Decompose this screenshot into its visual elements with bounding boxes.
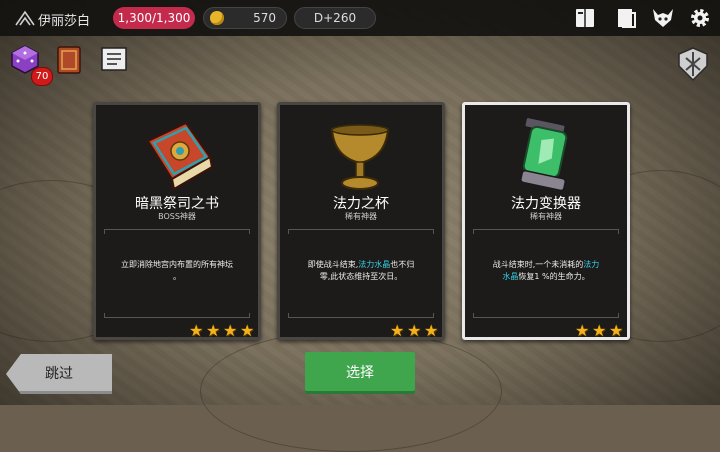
card-description: 即使战斗结束,法力水晶也不归 零,此状态维持至次日。: [307, 260, 415, 281]
top-bar: 伊丽莎白 1,300/1,300 570 D+260: [0, 0, 720, 36]
player-name: 伊丽莎白: [38, 14, 91, 29]
star-icon: ★: [390, 321, 405, 340]
day-counter: D+260: [294, 7, 376, 29]
mana-crystal-keyword: 法力水晶: [358, 260, 391, 269]
journal-icon[interactable]: [573, 6, 597, 30]
mana-cup-icon: [330, 124, 390, 190]
hp-display: 1,300/1,300: [113, 7, 195, 29]
mana-converter-icon: [520, 117, 568, 192]
star-icon: ★: [189, 321, 204, 340]
star-rating: ★ ★ ★: [390, 323, 440, 339]
artifact-card-3[interactable]: 法力变换器 稀有神器 战斗结束时,一个未消耗的法力 水晶恢复1 %的生命力。 ★…: [462, 102, 630, 340]
star-icon: ★: [609, 321, 624, 340]
spellbook-icon[interactable]: [54, 44, 84, 76]
gold-value: 570: [253, 11, 276, 25]
card-rarity: BOSS神器: [158, 212, 196, 221]
card-divider: [104, 313, 250, 318]
scroll-icon[interactable]: [98, 44, 130, 74]
card-description: 立即消除地宫内布置的所有神坛 。: [121, 260, 233, 281]
demon-icon[interactable]: [651, 6, 675, 30]
star-icon: ★: [592, 321, 607, 340]
card-title: 法力变换器: [511, 196, 581, 212]
star-icon: ★: [223, 321, 238, 340]
star-icon: ★: [206, 321, 221, 340]
choose-button[interactable]: 选择: [305, 352, 415, 394]
card-divider: [473, 313, 619, 318]
star-icon: ★: [424, 321, 439, 340]
coin-icon: [210, 11, 224, 25]
skip-button[interactable]: 跳过: [6, 354, 112, 394]
rank-emblem-icon[interactable]: [676, 46, 710, 82]
card-description: 战斗结束时,一个未消耗的法力 水晶恢复1 %的生命力。: [492, 260, 600, 281]
star-icon: ★: [407, 321, 422, 340]
star-icon: ★: [575, 321, 590, 340]
item-count-badge: 70: [31, 67, 53, 86]
card-divider: [473, 229, 619, 234]
card-rarity: 稀有神器: [530, 212, 562, 221]
artifact-card-2[interactable]: 法力之杯 稀有神器 即使战斗结束,法力水晶也不归 零,此状态维持至次日。 ★ ★…: [277, 102, 445, 340]
artifact-card-1[interactable]: 暗黑祭司之书 BOSS神器 立即消除地宫内布置的所有神坛 。 ★ ★ ★ ★: [93, 102, 261, 340]
gear-icon[interactable]: [688, 6, 712, 30]
book-icon[interactable]: [614, 6, 638, 30]
card-divider: [104, 229, 250, 234]
crystal-keyword: 水晶: [502, 272, 519, 281]
mana-keyword: 法力: [583, 260, 600, 269]
card-title: 暗黑祭司之书: [135, 196, 219, 212]
gold-display: 570: [203, 7, 287, 29]
star-rating: ★ ★ ★ ★: [189, 323, 256, 339]
card-divider: [288, 229, 434, 234]
dark-priest-book-icon: [146, 121, 214, 191]
menu-icon[interactable]: [14, 9, 36, 27]
card-title: 法力之杯: [333, 196, 389, 212]
card-divider: [288, 313, 434, 318]
star-icon: ★: [240, 321, 255, 340]
card-rarity: 稀有神器: [345, 212, 377, 221]
star-rating: ★ ★ ★: [575, 323, 625, 339]
